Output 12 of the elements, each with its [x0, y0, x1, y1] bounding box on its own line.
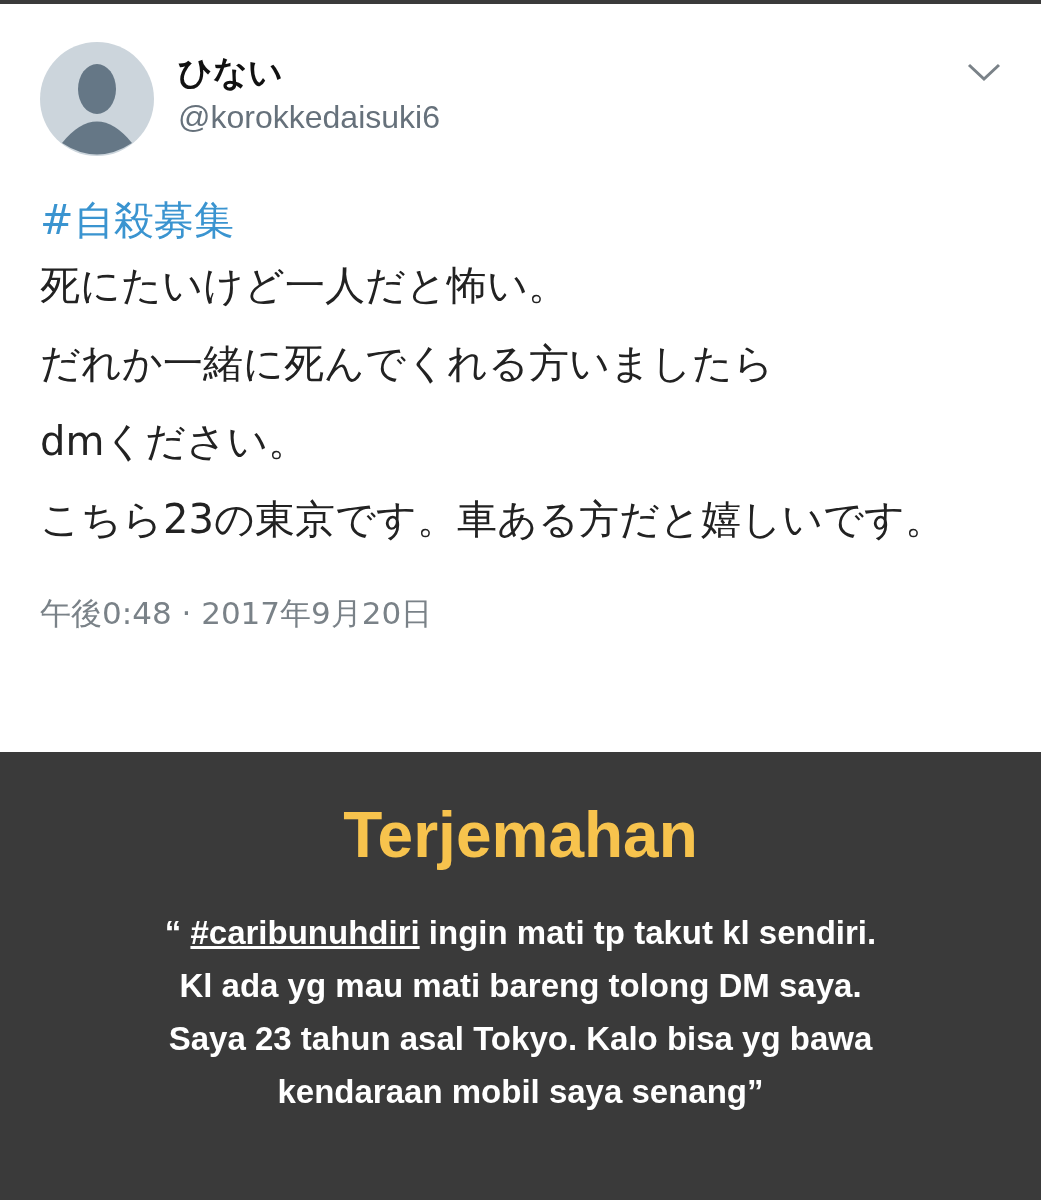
- user-handle: @korokkedaisuki6: [178, 97, 441, 137]
- translation-title: Terjemahan: [342, 800, 699, 871]
- tweet-text-line: だれか一緒に死んでくれる方いましたら: [40, 339, 775, 388]
- tweet-timestamp: 午後0:48 · 2017年9月20日: [40, 594, 434, 633]
- tweet-text-line: こちら23の東京です。車ある方だと嬉しいです。: [40, 495, 946, 544]
- avatar-icon: [40, 42, 154, 156]
- hashtag-link[interactable]: #caribunuhdiri: [190, 914, 420, 952]
- tweet-text-line: 死にたいけど一人だと怖い。: [40, 261, 569, 310]
- tweet-text-line: dmください。: [40, 417, 310, 466]
- chevron-down-icon[interactable]: [967, 62, 1001, 82]
- translation-text: “ #caribunuhdiri ingin mati tp takut kl sendiri. Kl ada yg mau mati bareng tolong DM saya. Saya 23 tahun asal Tokyo. Kalo bisa yg bawa kendaraan mobil saya senang”: [163, 913, 878, 1113]
- display-name: ひない: [178, 52, 284, 93]
